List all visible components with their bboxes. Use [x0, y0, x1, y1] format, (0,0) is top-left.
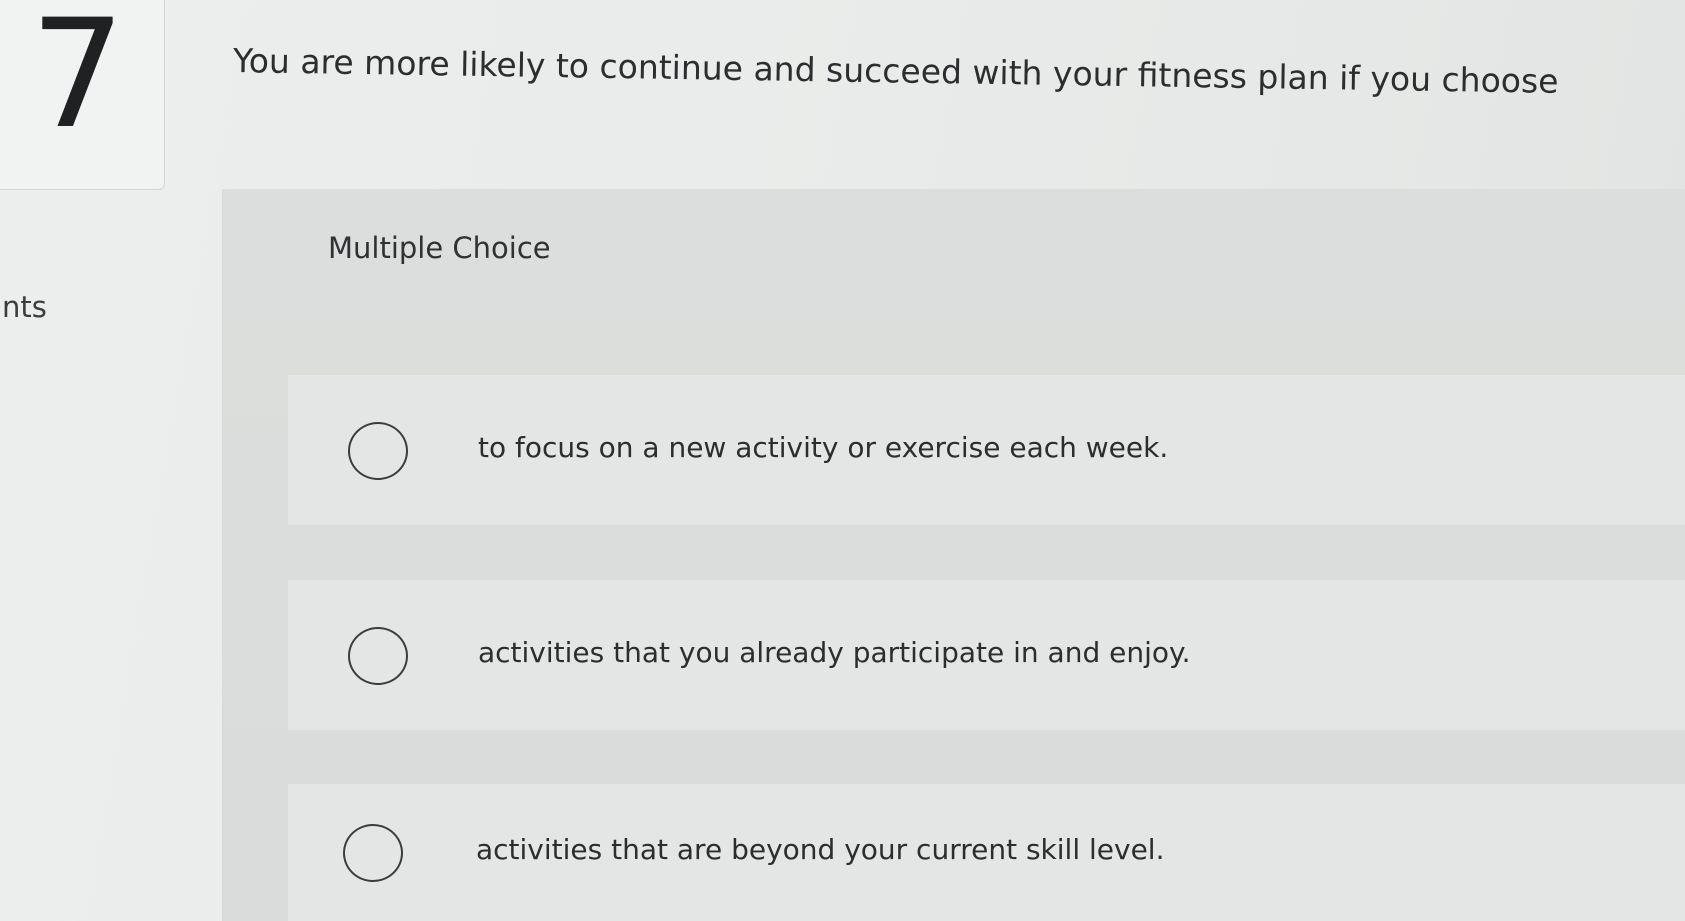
multiple-choice-panel: Multiple Choice to focus on a new activi… [222, 189, 1685, 921]
answer-option-label[interactable]: activities that are beyond your current … [476, 832, 1165, 868]
question-number: 7 [30, 0, 126, 162]
question-type-heading: Multiple Choice [328, 231, 551, 265]
radio-button[interactable] [348, 627, 408, 685]
answer-option[interactable]: to focus on a new activity or exercise e… [288, 375, 1685, 525]
answer-option-label[interactable]: activities that you already participate … [478, 635, 1190, 671]
answer-option[interactable]: activities that are beyond your current … [288, 784, 1685, 921]
question-prompt: You are more likely to continue and succ… [232, 41, 1559, 101]
answer-option-label[interactable]: to focus on a new activity or exercise e… [478, 430, 1168, 466]
points-label: ints [0, 290, 47, 324]
question-number-box: 7 [0, 0, 165, 190]
radio-button[interactable] [348, 422, 408, 480]
radio-button[interactable] [343, 824, 403, 882]
answer-option[interactable]: activities that you already participate … [288, 580, 1685, 730]
